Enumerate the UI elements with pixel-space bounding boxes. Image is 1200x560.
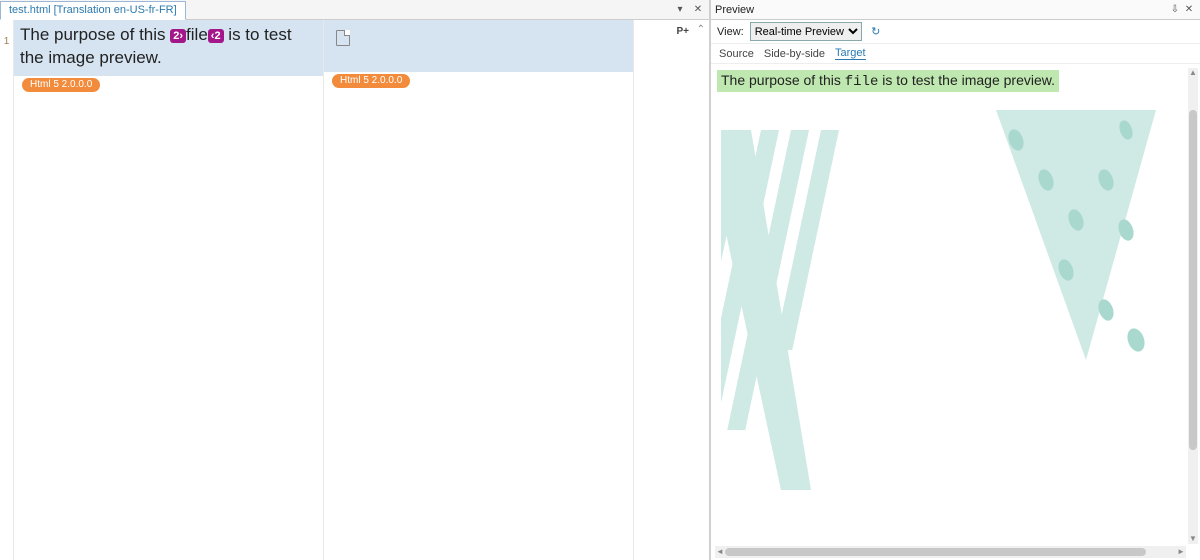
pin-icon[interactable]: ⇩ [1168, 3, 1182, 17]
horizontal-scrollbar[interactable]: ◄ ► [715, 546, 1186, 558]
preview-title: Preview [715, 4, 754, 16]
scroll-right-arrow-icon[interactable]: ► [1176, 546, 1186, 558]
scroll-left-arrow-icon[interactable]: ◄ [715, 546, 725, 558]
decorative-stripes-icon [721, 130, 871, 490]
segment-status-badge[interactable]: P+ [676, 26, 689, 37]
row-gutter: 1 [0, 20, 14, 560]
editor-body: 1 The purpose of this 2›file‹2 is to tes… [0, 20, 709, 560]
tab-close-icon[interactable]: ✕ [691, 3, 705, 17]
rendered-code: file [845, 74, 879, 90]
refresh-icon[interactable]: ↻ [868, 24, 884, 40]
preview-tabs: Source Side-by-side Target [711, 44, 1200, 64]
filter-row-target: Html 5 2.0.0.0 [324, 72, 633, 90]
seg-tagged-word: file [186, 25, 208, 44]
view-bar: View: Real-time Preview ↻ [711, 20, 1200, 44]
vertical-scrollbar[interactable]: ▲ ▼ [1188, 68, 1198, 544]
preview-content: The purpose of this file is to test the … [711, 64, 1200, 560]
target-column: Html 5 2.0.0.0 [324, 20, 634, 560]
editor-pane: test.html [Translation en-US-fr-FR] ▾ ✕ … [0, 0, 710, 560]
scroll-up-arrow-icon[interactable]: ▲ [1188, 68, 1198, 78]
vertical-scroll-thumb[interactable] [1189, 110, 1197, 450]
row-number: 1 [0, 36, 13, 47]
preview-pane: Preview ⇩ ✕ View: Real-time Preview ↻ So… [710, 0, 1200, 560]
document-tab[interactable]: test.html [Translation en-US-fr-FR] [0, 1, 186, 20]
source-column: The purpose of this 2›file‹2 is to test … [14, 20, 324, 560]
seg-text: The purpose of this [20, 25, 170, 44]
filter-chip[interactable]: Html 5 2.0.0.0 [22, 78, 100, 92]
document-icon [336, 30, 350, 46]
tag-close-icon[interactable]: ‹2 [208, 29, 224, 43]
filter-row-source: Html 5 2.0.0.0 [14, 76, 323, 94]
tag-open-icon[interactable]: 2› [170, 29, 186, 43]
view-mode-select[interactable]: Real-time Preview [750, 22, 862, 41]
scroll-up-icon[interactable]: ⌃ [697, 24, 705, 35]
source-segment[interactable]: The purpose of this 2›file‹2 is to test … [14, 20, 323, 76]
tab-dropdown-icon[interactable]: ▾ [673, 3, 687, 17]
horizontal-scroll-thumb[interactable] [725, 548, 1146, 556]
tab-side-by-side[interactable]: Side-by-side [764, 48, 825, 60]
filter-chip[interactable]: Html 5 2.0.0.0 [332, 74, 410, 88]
document-tabstrip: test.html [Translation en-US-fr-FR] ▾ ✕ [0, 0, 709, 20]
view-label: View: [717, 26, 744, 38]
preview-viewport[interactable]: The purpose of this file is to test the … [717, 70, 1186, 542]
decorative-drops-icon [976, 110, 1156, 370]
target-segment[interactable] [324, 20, 633, 72]
rendered-sentence: The purpose of this file is to test the … [717, 70, 1059, 92]
tab-source[interactable]: Source [719, 48, 754, 60]
rendered-text-before: The purpose of this [721, 72, 845, 88]
status-column: P+ ⌃ [634, 20, 709, 560]
tab-target[interactable]: Target [835, 47, 866, 60]
preview-titlebar: Preview ⇩ ✕ [711, 0, 1200, 20]
scroll-down-arrow-icon[interactable]: ▼ [1188, 534, 1198, 544]
close-icon[interactable]: ✕ [1182, 3, 1196, 17]
rendered-text-after: is to test the image preview. [878, 72, 1055, 88]
